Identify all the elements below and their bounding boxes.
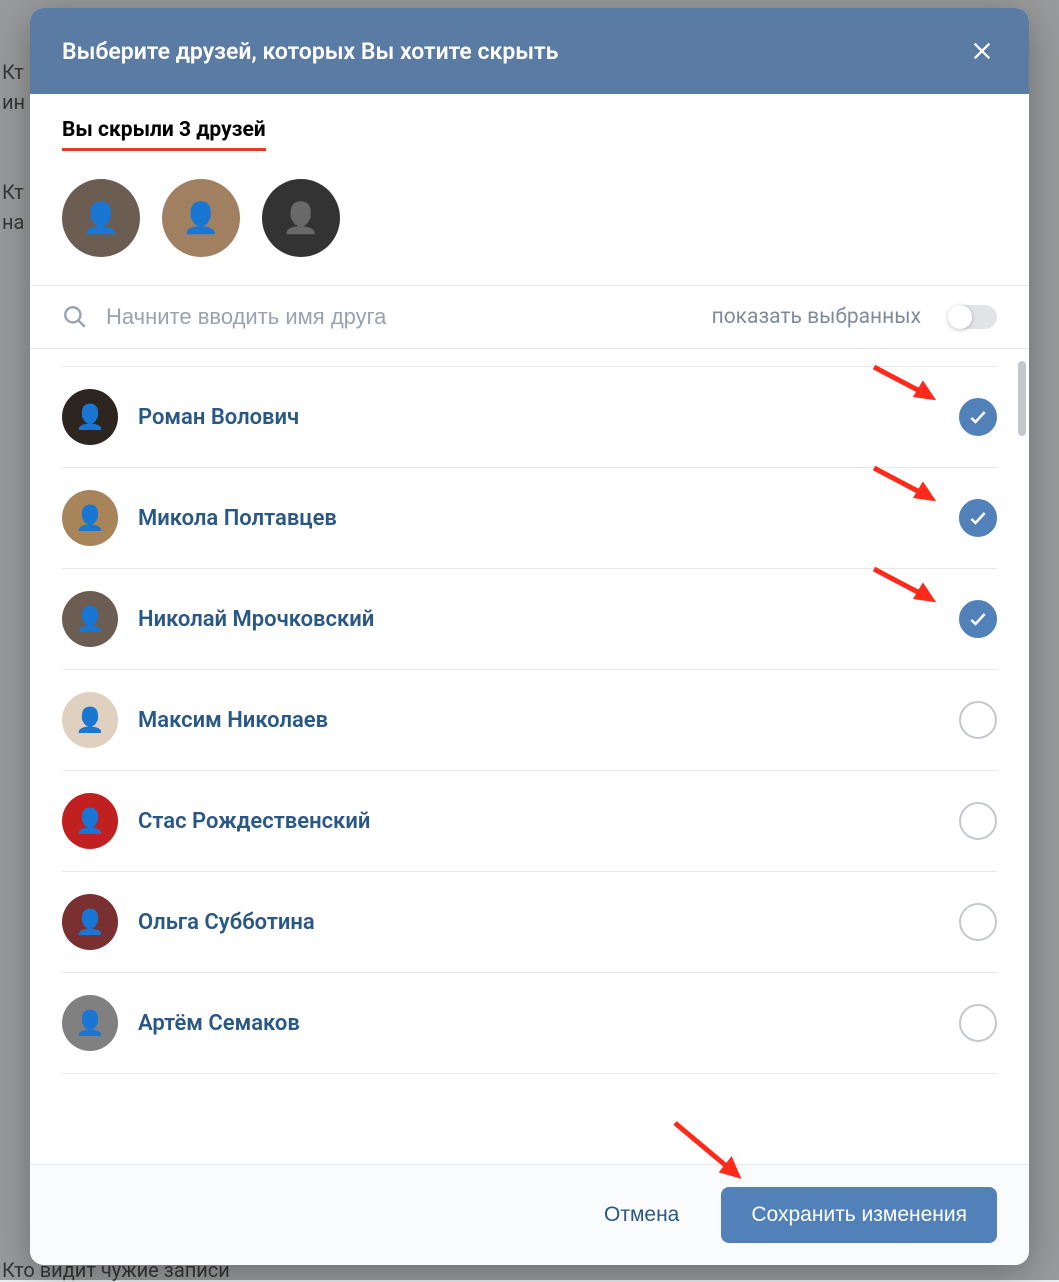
hidden-avatar[interactable]: 👤 (262, 179, 340, 257)
show-selected-toggle[interactable] (949, 305, 997, 329)
annotation-arrow (869, 359, 949, 409)
modal-title: Выберите друзей, которых Вы хотите скрыт… (62, 38, 558, 65)
friend-avatar: 👤 (62, 793, 118, 849)
search-row: показать выбранных (30, 286, 1029, 349)
friend-name: Микола Полтавцев (138, 506, 959, 531)
friend-row[interactable]: 👤 Роман Волович (62, 367, 997, 468)
friend-avatar: 👤 (62, 490, 118, 546)
select-checkbox[interactable] (959, 499, 997, 537)
friend-avatar: 👤 (62, 389, 118, 445)
friend-search-input[interactable] (106, 304, 694, 330)
friend-avatar: 👤 (62, 995, 118, 1051)
select-checkbox[interactable] (959, 701, 997, 739)
hidden-count-label: Вы скрыли 3 друзей (62, 118, 266, 151)
close-button[interactable] (967, 36, 997, 66)
select-checkbox[interactable] (959, 1004, 997, 1042)
friends-list[interactable]: 👤 Роман Волович 👤 Микола Полтавцев 👤 Николай … (30, 349, 1029, 1164)
search-icon (62, 304, 88, 330)
select-checkbox[interactable] (959, 398, 997, 436)
hidden-friends-summary: Вы скрыли 3 друзей 👤 👤 👤 (30, 94, 1029, 286)
select-checkbox[interactable] (959, 903, 997, 941)
friend-row[interactable]: 👤 Стас Рождественский (62, 771, 997, 872)
annotation-arrow (869, 561, 949, 611)
annotation-arrow (869, 460, 949, 510)
friend-name: Ольга Субботина (138, 910, 959, 935)
hidden-avatars-row: 👤 👤 👤 (62, 179, 997, 257)
friend-name: Артём Семаков (138, 1011, 959, 1036)
friend-avatar: 👤 (62, 894, 118, 950)
friend-row[interactable]: 👤 Ольга Субботина (62, 872, 997, 973)
hide-friends-modal: Выберите друзей, которых Вы хотите скрыт… (30, 8, 1029, 1265)
scrollbar-thumb[interactable] (1018, 361, 1026, 436)
friend-row[interactable]: 👤 Николай Мрочковский (62, 569, 997, 670)
modal-footer: Отмена Сохранить изменения (30, 1164, 1029, 1265)
hidden-avatar[interactable]: 👤 (162, 179, 240, 257)
save-button[interactable]: Сохранить изменения (721, 1187, 997, 1243)
friend-row[interactable] (62, 349, 997, 367)
friend-row[interactable]: 👤 Артём Семаков (62, 973, 997, 1074)
select-checkbox[interactable] (959, 600, 997, 638)
hidden-avatar[interactable]: 👤 (62, 179, 140, 257)
friend-name: Роман Волович (138, 405, 959, 430)
friend-row[interactable]: 👤 Микола Полтавцев (62, 468, 997, 569)
friend-avatar: 👤 (62, 692, 118, 748)
friend-name: Максим Николаев (138, 708, 959, 733)
friend-row[interactable]: 👤 Максим Николаев (62, 670, 997, 771)
friend-name: Стас Рождественский (138, 809, 959, 834)
select-checkbox[interactable] (959, 802, 997, 840)
cancel-button[interactable]: Отмена (580, 1187, 703, 1243)
friend-name: Николай Мрочковский (138, 607, 959, 632)
close-icon (971, 40, 993, 62)
modal-header: Выберите друзей, которых Вы хотите скрыт… (30, 8, 1029, 94)
show-selected-label: показать выбранных (712, 305, 921, 329)
toggle-knob (948, 305, 972, 329)
friend-avatar: 👤 (62, 591, 118, 647)
